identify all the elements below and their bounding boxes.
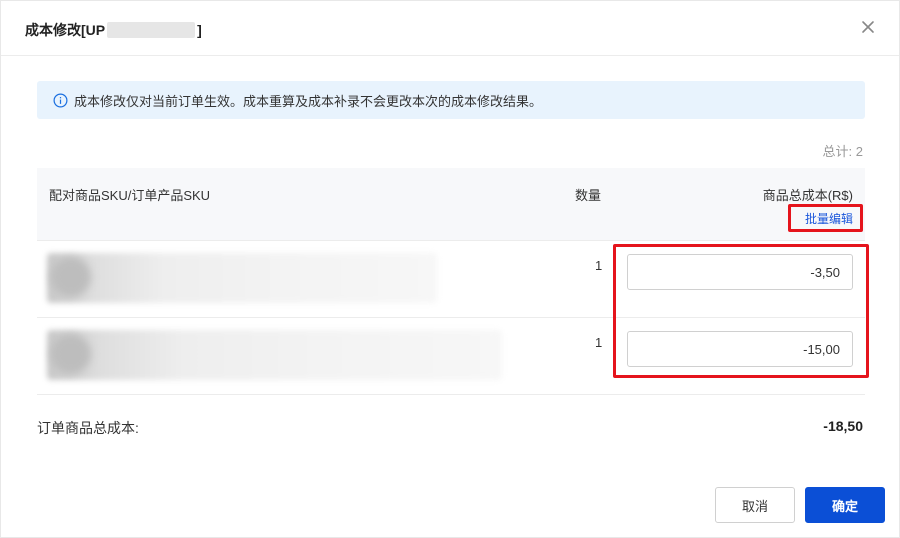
redacted-order-id [107,22,196,38]
cost-input[interactable] [627,254,853,290]
column-header-quantity: 数量 [575,188,602,203]
row-quantity: 1 [595,335,603,350]
column-header-cost: 商品总成本(R$) [762,188,853,203]
total-cost-label: 订单商品总成本: [37,420,139,436]
dialog-title-prefix: 成本修改[UP [25,22,106,38]
table-header: 配对商品SKU/订单产品SKU 数量 商品总成本(R$) 批量编辑 [37,168,865,241]
total-cost-value: -18,50 [823,418,863,434]
close-icon[interactable] [859,18,877,36]
cost-table: 配对商品SKU/订单产品SKU 数量 商品总成本(R$) 批量编辑 1 1 [37,168,865,395]
batch-edit-link[interactable]: 批量编辑 [805,210,853,227]
confirm-button[interactable]: 确定 [805,487,885,523]
redacted-product-info [47,253,437,303]
redacted-product-info [47,330,502,380]
info-icon [53,93,68,107]
column-header-sku: 配对商品SKU/订单产品SKU [49,188,211,203]
dialog-header: 成本修改[UP ] [1,1,899,56]
redacted-product-image [51,334,91,374]
cost-input[interactable] [627,331,853,367]
cost-edit-dialog: 成本修改[UP ] 成本修改仅对当前订单生效。成本重算及成本补录不会更改本次的成… [0,0,900,538]
redacted-product-image [51,257,91,297]
table-row: 1 [37,241,865,318]
table-row: 1 [37,318,865,395]
dialog-title-suffix: ] [197,22,202,38]
total-count: 总计: 2 [822,144,863,159]
cancel-button[interactable]: 取消 [715,487,795,523]
notice-text: 成本修改仅对当前订单生效。成本重算及成本补录不会更改本次的成本修改结果。 [74,93,543,109]
dialog-title: 成本修改[UP ] [25,20,202,40]
row-quantity: 1 [595,258,603,273]
info-notice: 成本修改仅对当前订单生效。成本重算及成本补录不会更改本次的成本修改结果。 [37,81,865,119]
